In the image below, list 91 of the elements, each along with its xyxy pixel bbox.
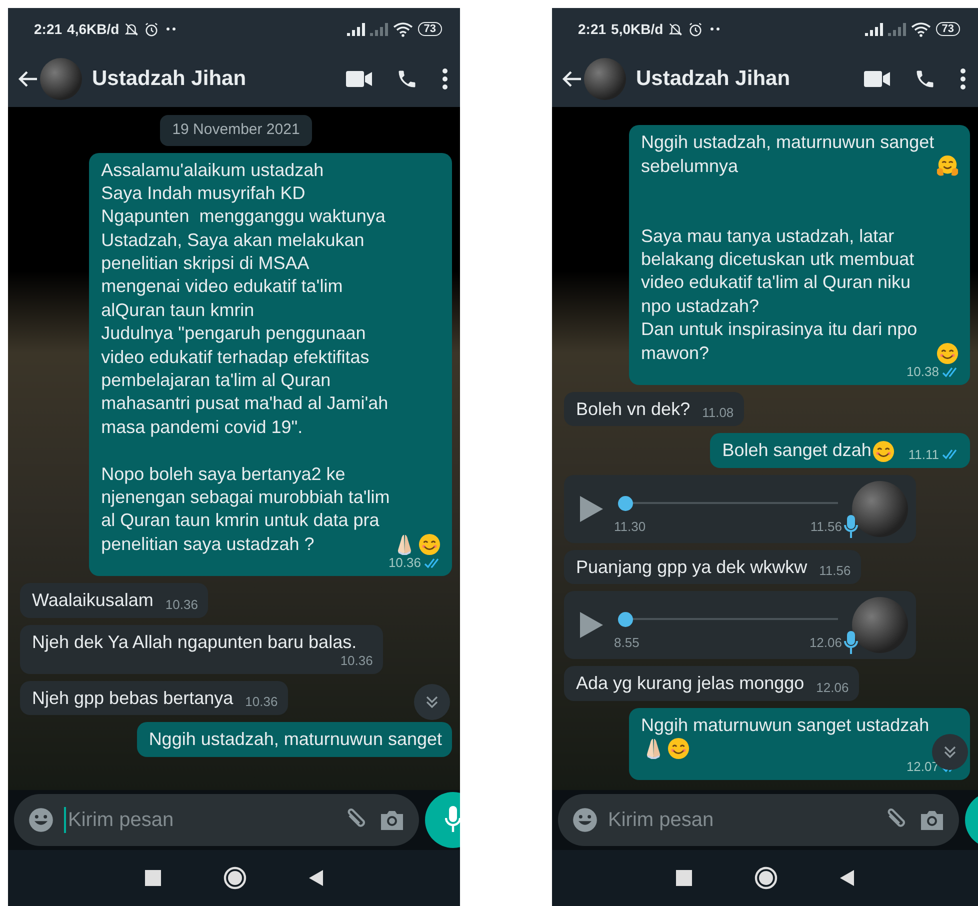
message-time: 11.56 <box>810 518 842 536</box>
message-time: 11.56 <box>819 564 851 578</box>
battery-indicator: 73 <box>418 22 442 36</box>
contact-name[interactable]: Ustadzah Jihan <box>92 62 338 94</box>
message-text: Ada yg kurang jelas monggo <box>576 672 804 696</box>
wifi-icon <box>392 22 413 36</box>
play-button[interactable] <box>578 611 604 640</box>
play-button[interactable] <box>578 494 604 523</box>
camera-button[interactable] <box>919 808 945 832</box>
contact-name[interactable]: Ustadzah Jihan <box>636 62 856 94</box>
battery-indicator: 73 <box>936 22 960 36</box>
circle-icon <box>223 866 247 890</box>
progress-thumb[interactable] <box>618 612 633 627</box>
muted-bell-icon <box>124 22 140 36</box>
camera-button[interactable] <box>379 808 405 832</box>
message-text: Waalaikusalam <box>32 589 154 612</box>
more-vertical-icon <box>442 68 448 90</box>
circle-icon <box>754 866 778 890</box>
status-time: 2:21 <box>578 20 606 38</box>
status-time: 2:21 <box>34 20 62 38</box>
camera-icon <box>919 808 945 832</box>
dots-icon <box>164 26 178 32</box>
more-options-button[interactable] <box>960 68 966 90</box>
dots-icon <box>708 26 722 32</box>
smiling-face-emoji <box>418 533 441 556</box>
video-camera-icon <box>864 70 890 88</box>
play-icon <box>578 494 604 523</box>
back-nav-button[interactable] <box>309 870 323 886</box>
triangle-left-icon <box>840 870 854 886</box>
message-text: Assalamu'alaikum ustadzah Saya Indah musyrifah KD Ngapunten mengganggu waktunya Ustadzah, Saya akan melakukan penelitian skripsi di MSAA mengenai video edukatif ta'lim alQuran taun kmrin Judulnya "pengaruh penggunaan video edukatif terhadap efektifitas pembelajaran ta'lim al Quran mahasantri pusat ma'had al Jami'ah masa pandemi covid 19". Nopo boleh saya bertanya2 ke njenengan sebagai murobbiah ta'lim al Quran taun kmrin untuk data pra penelitian saya ustadzah ? <box>101 158 391 556</box>
message-field[interactable]: Kirim pesan <box>558 794 959 846</box>
muted-bell-icon <box>668 22 684 36</box>
more-options-button[interactable] <box>442 68 448 90</box>
message-text: Boleh sanget dzah <box>722 439 872 462</box>
signal-icon <box>888 22 906 36</box>
signal-icon <box>864 22 883 36</box>
message-time: 12.06 <box>816 680 849 694</box>
video-camera-icon <box>346 70 372 88</box>
voice-duration: 11.30 <box>614 518 646 536</box>
network-speed: 5,0KB/d <box>611 20 664 38</box>
more-vertical-icon <box>960 68 966 90</box>
message-text: Boleh vn dek? <box>576 398 690 422</box>
emoji-button[interactable] <box>28 807 54 833</box>
message-text: Njeh gpp bebas bertanya <box>32 686 234 710</box>
camera-icon <box>379 808 405 832</box>
smiling-face-emoji <box>666 737 690 760</box>
video-call-button[interactable] <box>864 70 890 88</box>
message-text: Nggih maturnuwun sanget ustadzah <box>640 714 930 737</box>
microphone-icon <box>445 806 460 834</box>
scroll-down-button[interactable] <box>414 684 450 720</box>
network-speed: 4,6KB/d <box>67 20 120 38</box>
video-call-button[interactable] <box>346 70 372 88</box>
message-text: Njeh dek Ya Allah ngapunten baru balas. <box>32 630 357 654</box>
double-chevron-down-icon <box>424 694 440 710</box>
voice-duration: 8.55 <box>614 634 640 652</box>
smiling-face-emoji <box>872 440 896 463</box>
double-chevron-down-icon <box>942 744 958 760</box>
smiling-face-emoji <box>936 342 959 366</box>
emoji-button[interactable] <box>572 807 598 833</box>
play-icon <box>578 611 604 640</box>
triangle-left-icon <box>309 870 323 886</box>
message-time: 11.08 <box>702 406 734 420</box>
microphone-icon <box>844 631 858 656</box>
message-time: 10.38 <box>906 365 939 378</box>
microphone-icon <box>844 514 858 539</box>
signal-icon <box>346 22 365 36</box>
message-time: 12.06 <box>809 634 842 652</box>
signal-icon <box>370 22 388 36</box>
alarm-clock-icon <box>688 22 704 36</box>
message-time: 10.36 <box>165 598 198 611</box>
alarm-clock-icon <box>144 22 160 36</box>
wifi-icon <box>910 22 931 36</box>
message-time: 10.36 <box>388 556 421 570</box>
message-text: Nggih ustadzah, maturnuwun sanget <box>148 728 442 752</box>
smiley-icon <box>28 807 54 833</box>
date-chip: 19 November 2021 <box>160 115 312 146</box>
message-text: Saya mau tanya ustadzah, latar belakang dicetuskan utk membuat video edukatif ta'lim al Quran niku npo ustadzah? Dan untuk inspirasinya itu dari npo mawon? <box>640 224 918 365</box>
message-time: 10.36 <box>340 654 373 667</box>
hugging-face-emoji <box>936 154 959 178</box>
smiley-icon <box>572 807 598 833</box>
square-icon <box>145 870 161 886</box>
message-text: Puanjang gpp ya dek wkwkw <box>576 556 808 579</box>
progress-thumb[interactable] <box>618 496 633 511</box>
message-field[interactable]: Kirim pesan <box>14 794 419 846</box>
home-button[interactable] <box>754 866 778 890</box>
square-icon <box>676 870 692 886</box>
message-time: 11.11 <box>908 448 939 461</box>
home-button[interactable] <box>223 866 247 890</box>
back-nav-button[interactable] <box>840 870 854 886</box>
message-text: Nggih ustadzah, maturnuwun sanget sebelumnya <box>640 131 935 178</box>
message-time: 10.36 <box>245 695 278 708</box>
